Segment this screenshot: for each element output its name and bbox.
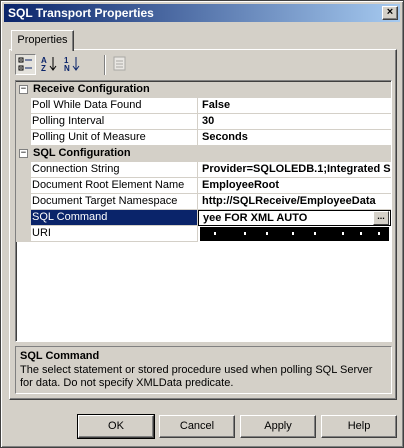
sort-numeric-button[interactable]: 1 N [61, 54, 82, 75]
property-row[interactable]: Poll While Data Found False [16, 98, 391, 114]
cancel-button[interactable]: Cancel [159, 415, 235, 438]
property-row[interactable]: URI [16, 226, 391, 242]
row-gutter [16, 130, 31, 146]
property-name[interactable]: URI [31, 226, 198, 242]
property-pages-icon [113, 56, 126, 71]
row-gutter [16, 98, 31, 114]
masked-uri-value[interactable] [200, 227, 389, 241]
property-pages-button[interactable] [109, 54, 130, 75]
category-label: SQL Configuration [33, 147, 131, 159]
property-value[interactable]: EmployeeRoot [198, 178, 391, 194]
sort-numeric-icon: 1 N [64, 56, 80, 73]
property-grid-toolbar: A Z 1 N [15, 54, 126, 76]
row-gutter [16, 178, 31, 194]
property-row[interactable]: Connection String Provider=SQLOLEDB.1;In… [16, 162, 391, 178]
description-title: SQL Command [20, 350, 100, 362]
property-name[interactable]: Connection String [31, 162, 198, 178]
properties-dialog: SQL Transport Properties × Properties A … [0, 0, 404, 448]
description-panel: SQL Command The select statement or stor… [15, 346, 392, 394]
categorized-icon [18, 57, 32, 71]
categorized-button[interactable] [15, 54, 36, 75]
alphabetical-icon: A Z [41, 56, 57, 73]
sql-command-text: yee FOR XML AUTO [203, 212, 308, 224]
property-name[interactable]: Polling Unit of Measure [31, 130, 198, 146]
property-value[interactable]: Provider=SQLOLEDB.1;Integrated S [198, 162, 391, 178]
collapse-icon[interactable]: − [19, 149, 28, 158]
apply-button[interactable]: Apply [240, 415, 316, 438]
property-name[interactable]: Polling Interval [31, 114, 198, 130]
category-receive-configuration[interactable]: − Receive Configuration [16, 82, 391, 98]
svg-text:N: N [64, 64, 70, 73]
property-value[interactable]: False [198, 98, 391, 114]
row-gutter [16, 114, 31, 130]
svg-text:Z: Z [41, 64, 46, 73]
ok-button[interactable]: OK [77, 414, 155, 439]
property-row[interactable]: Document Target Namespace http://SQLRece… [16, 194, 391, 210]
property-grid[interactable]: − Receive Configuration Poll While Data … [15, 80, 392, 342]
row-gutter [16, 194, 31, 210]
category-sql-configuration[interactable]: − SQL Configuration [16, 146, 391, 162]
property-name[interactable]: Poll While Data Found [31, 98, 198, 114]
property-row-selected[interactable]: SQL Command yee FOR XML AUTO ... [16, 210, 391, 226]
row-gutter [16, 226, 31, 242]
property-row[interactable]: Polling Unit of Measure Seconds [16, 130, 391, 146]
help-button[interactable]: Help [321, 415, 397, 438]
description-text: The select statement or stored procedure… [20, 364, 373, 389]
toolbar-separator [104, 55, 106, 75]
property-name[interactable]: SQL Command [31, 210, 198, 226]
property-value[interactable]: Seconds [198, 130, 391, 146]
sql-command-input[interactable]: yee FOR XML AUTO ... [198, 210, 391, 226]
property-row[interactable]: Polling Interval 30 [16, 114, 391, 130]
row-gutter [16, 162, 31, 178]
row-gutter [16, 210, 31, 226]
close-button[interactable]: × [382, 6, 398, 20]
ellipsis-button[interactable]: ... [373, 211, 389, 225]
property-name[interactable]: Document Root Element Name [31, 178, 198, 194]
collapse-icon[interactable]: − [19, 85, 28, 94]
window-title: SQL Transport Properties [8, 6, 154, 20]
tab-properties[interactable]: Properties [11, 30, 74, 51]
alphabetical-button[interactable]: A Z [38, 54, 59, 75]
category-label: Receive Configuration [33, 83, 150, 95]
property-name[interactable]: Document Target Namespace [31, 194, 198, 210]
title-bar[interactable]: SQL Transport Properties × [4, 4, 400, 22]
property-value[interactable]: http://SQLReceive/EmployeeData [198, 194, 391, 210]
property-row[interactable]: Document Root Element Name EmployeeRoot [16, 178, 391, 194]
property-value[interactable]: 30 [198, 114, 391, 130]
